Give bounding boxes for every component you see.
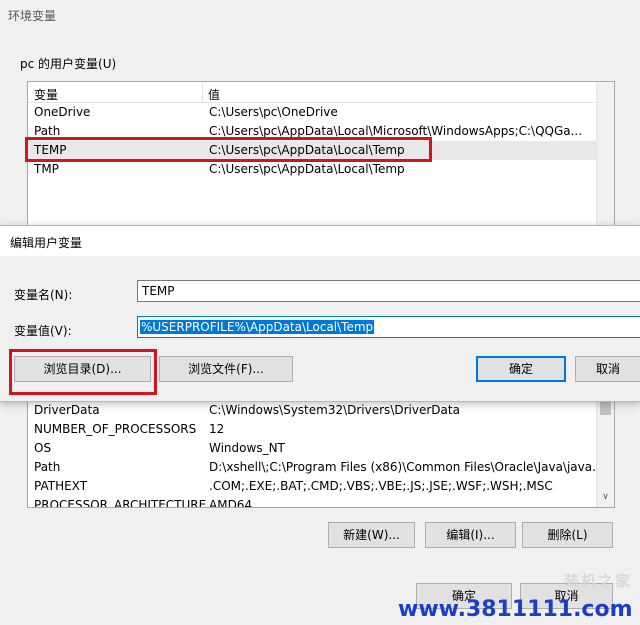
list-item[interactable]: NUMBER_OF_PROCESSORS 12: [28, 420, 596, 439]
edit-button[interactable]: 编辑(I)...: [425, 522, 516, 548]
delete-button[interactable]: 删除(L): [522, 522, 613, 548]
variable-value-label: 变量值(V):: [14, 324, 72, 338]
list-item[interactable]: PATHEXT .COM;.EXE;.BAT;.CMD;.VBS;.VBE;.J…: [28, 477, 596, 496]
var-value: C:\Windows\System32\Drivers\DriverData: [209, 403, 460, 417]
dialog-cancel-label: 取消: [595, 362, 620, 376]
dialog-ok-button[interactable]: 确定: [476, 356, 566, 382]
var-name: Path: [34, 460, 61, 474]
dialog-cancel-button[interactable]: 取消: [575, 356, 640, 382]
vertical-scrollbar[interactable]: [596, 82, 614, 227]
user-vars-header: 变量 值: [28, 82, 614, 103]
new-button-label: 新建(W)...: [343, 528, 400, 542]
dialog-ok-label: 确定: [508, 362, 533, 376]
window-title: 环境变量: [8, 9, 57, 23]
var-value: D:\xshell\;C:\Program Files (x86)\Common…: [209, 460, 604, 474]
user-vars-group-label: pc 的用户变量(U): [20, 57, 117, 71]
watermark-logo: 装机之家: [563, 572, 632, 590]
var-name: TMP: [34, 162, 59, 176]
var-name: DriverData: [34, 403, 100, 417]
annotation-highlight-browse-dir: [9, 349, 157, 395]
dialog-title-bar: 编辑用户变量: [0, 226, 640, 256]
list-item[interactable]: PROCESSOR_ARCHITECTURE AMD64: [28, 496, 596, 508]
var-value: C:\Users\pc\AppData\Local\Temp: [209, 162, 405, 176]
var-name: OS: [34, 441, 52, 455]
list-item[interactable]: OS Windows_NT: [28, 439, 596, 458]
variable-name-field[interactable]: TEMP: [137, 280, 640, 302]
var-value: C:\Users\pc\OneDrive: [209, 105, 338, 119]
var-name: NUMBER_OF_PROCESSORS: [34, 422, 197, 436]
var-name: Path: [34, 124, 61, 138]
column-header-value[interactable]: 值: [208, 86, 220, 103]
var-value: .COM;.EXE;.BAT;.CMD;.VBS;.VBE;.JS;.JSE;.…: [209, 479, 553, 493]
list-item[interactable]: Path D:\xshell\;C:\Program Files (x86)\C…: [28, 458, 604, 477]
var-value: 12: [209, 422, 225, 436]
var-value: AMD64: [209, 498, 253, 508]
edit-button-label: 编辑(I)...: [446, 528, 495, 542]
browse-file-button[interactable]: 浏览文件(F)...: [159, 356, 293, 382]
var-name: PROCESSOR_ARCHITECTURE: [34, 498, 207, 508]
var-value: C:\Users\pc\AppData\Local\Microsoft\Wind…: [209, 124, 583, 138]
dialog-title: 编辑用户变量: [10, 236, 83, 250]
list-item[interactable]: DriverData C:\Windows\System32\Drivers\D…: [28, 401, 596, 420]
watermark-url: www.3811111.com: [398, 597, 633, 622]
variable-name-value: TEMP: [142, 284, 175, 298]
variable-name-label: 变量名(N):: [14, 288, 73, 302]
var-value: Windows_NT: [209, 441, 285, 455]
browse-file-label: 浏览文件(F)...: [188, 362, 264, 376]
variable-value-selected-text: %USERPROFILE%\AppData\Local\Temp: [140, 320, 375, 334]
new-button[interactable]: 新建(W)...: [328, 522, 415, 548]
var-name: OneDrive: [34, 105, 91, 119]
column-separator: [202, 82, 203, 102]
column-header-name[interactable]: 变量: [34, 86, 58, 103]
delete-button-label: 删除(L): [547, 528, 588, 542]
scroll-down-arrow-icon[interactable]: ∨: [597, 490, 614, 505]
list-item[interactable]: OneDrive C:\Users\pc\OneDrive: [28, 103, 596, 122]
list-item[interactable]: TMP C:\Users\pc\AppData\Local\Temp: [28, 160, 596, 179]
variable-value-field[interactable]: %USERPROFILE%\AppData\Local\Temp: [137, 316, 640, 338]
annotation-highlight-temp-row: [25, 137, 432, 162]
var-name: PATHEXT: [34, 479, 88, 493]
